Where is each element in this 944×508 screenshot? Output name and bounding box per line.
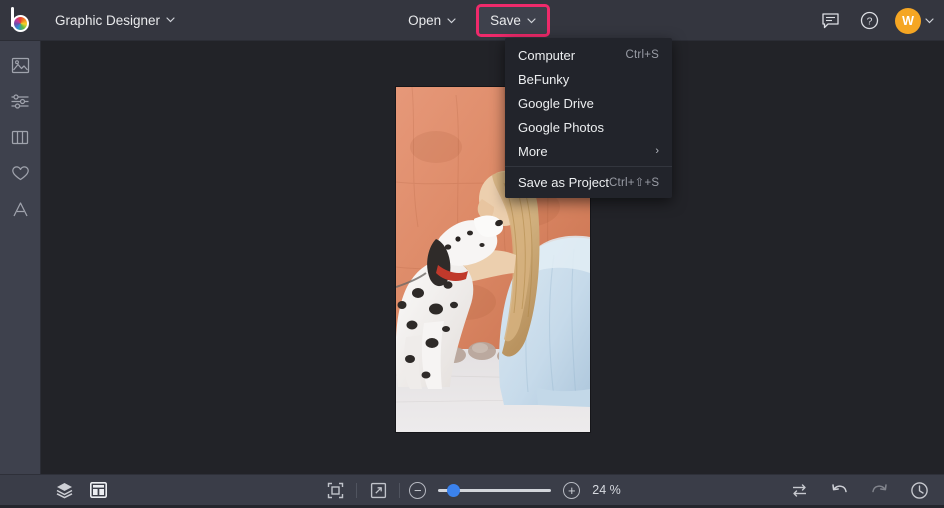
expand-arrow-icon [370, 482, 386, 498]
save-dropdown-menu: Computer Ctrl+S BeFunky Google Drive Goo… [505, 38, 672, 198]
sidebar-item-image[interactable] [4, 52, 36, 78]
svg-text:?: ? [866, 16, 872, 28]
save-button[interactable]: Save [476, 4, 550, 37]
menu-item-shortcut: Ctrl+⇧+S [609, 177, 660, 189]
open-label: Open [408, 13, 442, 28]
chevron-down-icon [166, 17, 175, 23]
sidebar-item-text[interactable] [4, 196, 36, 222]
swap-arrows-icon [792, 483, 806, 497]
chevron-down-icon [447, 17, 456, 23]
redo-button[interactable] [868, 479, 890, 501]
image-icon [11, 57, 29, 73]
undo-arrow-icon [831, 483, 847, 492]
befunky-graphic-designer-app: Graphic Designer Open Save ? W Computer … [0, 0, 944, 508]
sidebar-item-layouts[interactable] [4, 124, 36, 150]
redo-arrow-icon [871, 483, 887, 492]
zoom-in-label: + [567, 482, 576, 498]
heart-icon [11, 165, 29, 180]
zoom-out-label: − [413, 482, 422, 498]
expand-button[interactable] [366, 479, 390, 501]
save-label: Save [490, 13, 521, 28]
speech-bubble-icon [821, 12, 839, 28]
open-button[interactable]: Open [397, 7, 467, 34]
layout-panel-icon [89, 481, 107, 498]
top-toolbar: Graphic Designer Open Save ? W [0, 0, 944, 41]
menu-item-save-as-project[interactable]: Save as Project Ctrl+⇧+S [505, 170, 672, 194]
chevron-right-icon: › [655, 145, 659, 157]
zoom-in-button[interactable]: + [563, 481, 581, 499]
menu-item-more[interactable]: More › [505, 139, 672, 163]
menu-item-google-photos[interactable]: Google Photos [505, 115, 672, 139]
menu-item-shortcut: Ctrl+S [625, 49, 659, 61]
sidebar-item-graphics[interactable] [4, 160, 36, 186]
toolbar-divider [399, 482, 401, 498]
layers-button[interactable] [52, 479, 76, 501]
zoom-out-button[interactable]: − [409, 481, 427, 499]
clock-history-icon [910, 481, 928, 499]
fit-to-screen-icon [327, 482, 343, 498]
befunky-logo[interactable] [0, 0, 41, 41]
columns-icon [11, 130, 29, 144]
app-title-label: Graphic Designer [55, 12, 161, 28]
avatar: W [895, 7, 921, 34]
menu-item-label: Google Photos [518, 119, 605, 135]
sidebar-item-edit[interactable] [4, 88, 36, 114]
layers-icon [56, 483, 72, 499]
chevron-down-icon [925, 17, 934, 23]
text-a-icon [12, 201, 28, 216]
toolbar-divider [356, 482, 358, 498]
befunky-logo-mark [8, 7, 34, 33]
menu-item-label: Computer [518, 47, 576, 63]
feedback-icon[interactable] [817, 8, 843, 34]
app-title-dropdown[interactable]: Graphic Designer [46, 8, 184, 33]
compare-button[interactable] [788, 479, 810, 501]
menu-divider [505, 166, 672, 167]
sliders-icon [11, 93, 29, 109]
bottom-right-tools [788, 479, 930, 501]
logo-color-wheel [11, 15, 29, 32]
zoom-slider[interactable] [438, 482, 552, 499]
question-mark-circle-icon: ? [860, 11, 878, 30]
user-account-menu[interactable]: W [895, 7, 934, 34]
fit-to-screen-button[interactable] [323, 479, 347, 501]
zoom-level-label: 24 % [592, 483, 621, 497]
layout-panel-button[interactable] [86, 479, 110, 501]
history-button[interactable] [908, 479, 930, 501]
zoom-slider-handle[interactable] [447, 483, 461, 497]
menu-item-label: BeFunky [518, 71, 570, 87]
menu-item-label: More [518, 143, 548, 159]
bottom-left-tools [52, 479, 110, 501]
top-right-actions: ? W [817, 0, 934, 41]
menu-item-label: Save as Project [518, 174, 610, 190]
menu-item-label: Google Drive [518, 95, 594, 111]
left-sidebar [0, 41, 41, 474]
chevron-down-icon [527, 17, 536, 23]
help-icon[interactable]: ? [856, 8, 882, 34]
menu-item-befunky[interactable]: BeFunky [505, 67, 672, 91]
menu-item-computer[interactable]: Computer Ctrl+S [505, 43, 672, 67]
editor-canvas[interactable] [41, 41, 944, 474]
menu-item-google-drive[interactable]: Google Drive [505, 91, 672, 115]
bottom-toolbar: − + 24 % [0, 474, 944, 505]
undo-button[interactable] [828, 479, 850, 501]
